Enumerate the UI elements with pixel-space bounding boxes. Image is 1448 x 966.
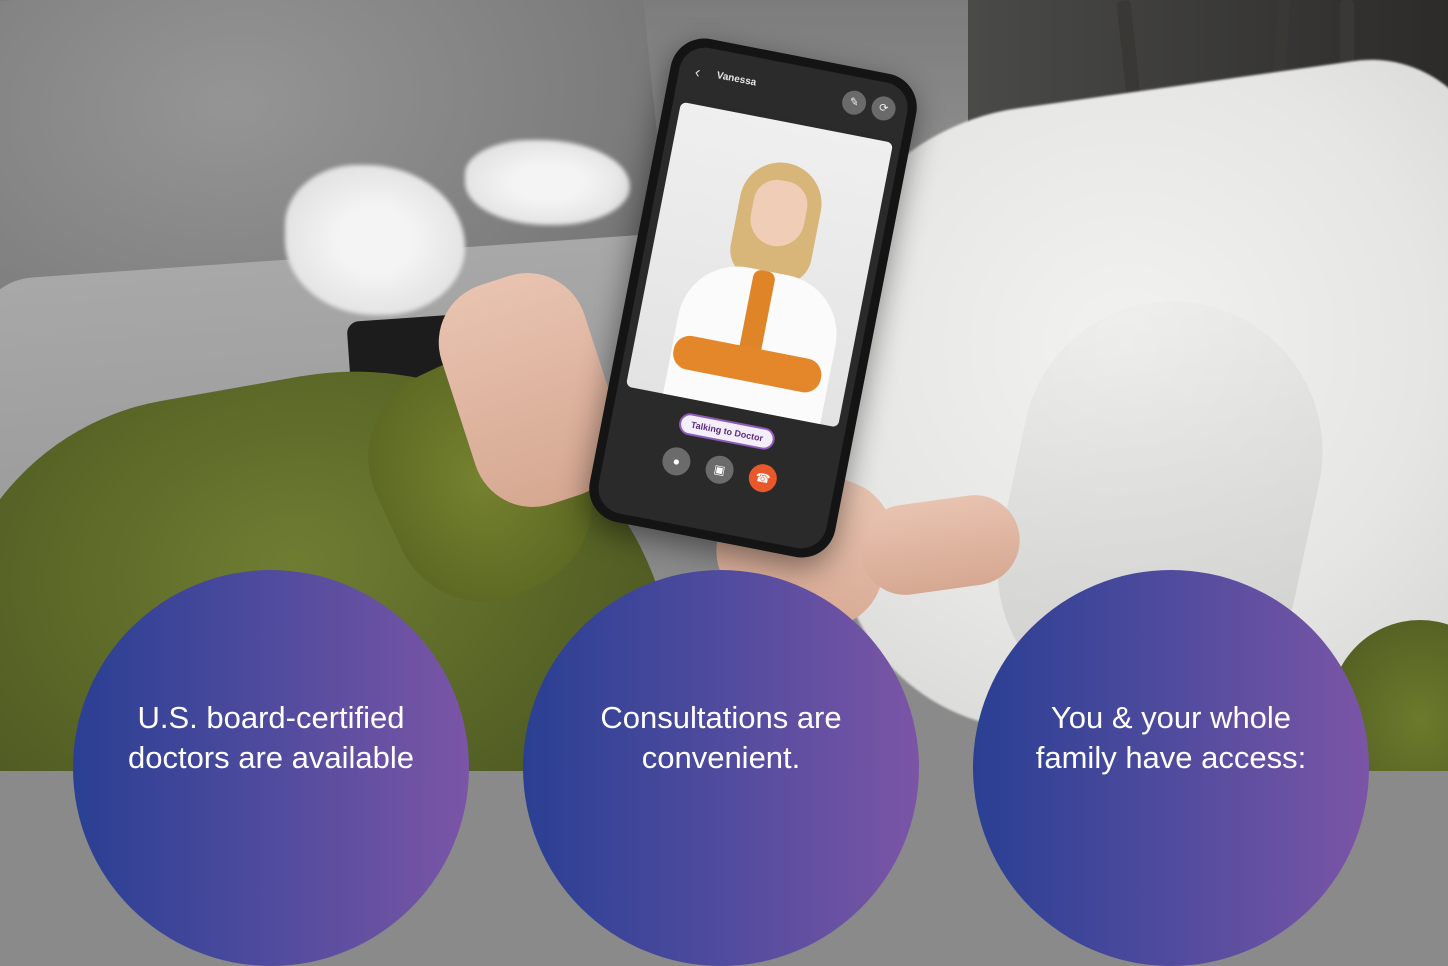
feature-circle-doctors: U.S. board-certified doctors are availab… [73, 570, 469, 966]
switch-camera-icon[interactable]: ⟳ [869, 94, 898, 123]
edit-icon[interactable]: ✎ [840, 88, 869, 117]
caller-name: Vanessa [715, 70, 758, 89]
feature-text: Consultations are convenient. [600, 700, 842, 775]
feature-text: You & your whole family have access: [1035, 700, 1307, 775]
feature-circle-consultations: Consultations are convenient. [523, 570, 919, 966]
call-status-badge: Talking to Doctor [677, 411, 777, 452]
feature-text: U.S. board-certified doctors are availab… [127, 700, 415, 775]
video-icon[interactable]: ▣ [703, 453, 737, 487]
microphone-icon[interactable]: ● [660, 444, 693, 478]
feature-circle-family: You & your whole family have access: [973, 570, 1369, 966]
end-call-icon[interactable]: ☎ [746, 461, 780, 495]
doctor-video-feed [625, 101, 894, 428]
chevron-left-icon[interactable]: ‹ [693, 64, 701, 83]
